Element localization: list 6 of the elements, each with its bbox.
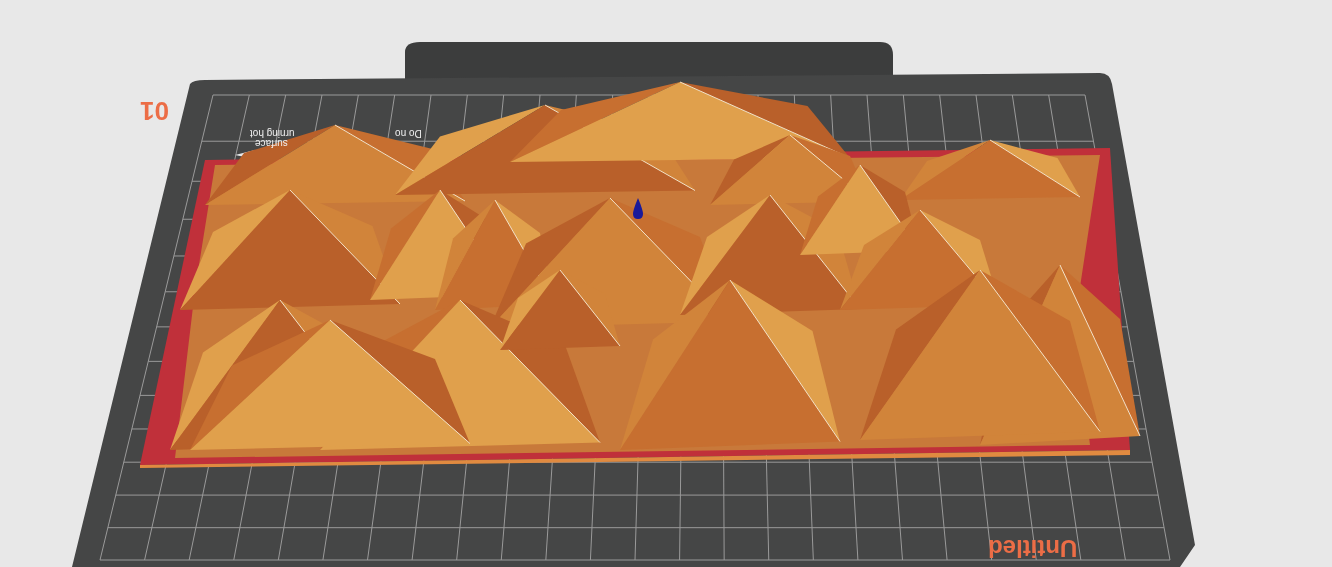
warning-text: Do no: [395, 128, 422, 138]
marker-icon: [633, 198, 643, 219]
bed-name: Untitled: [988, 536, 1078, 560]
bed-number: 01: [140, 98, 169, 124]
warning-text: urning hot: [250, 128, 295, 138]
warning-text: surface: [255, 138, 288, 148]
